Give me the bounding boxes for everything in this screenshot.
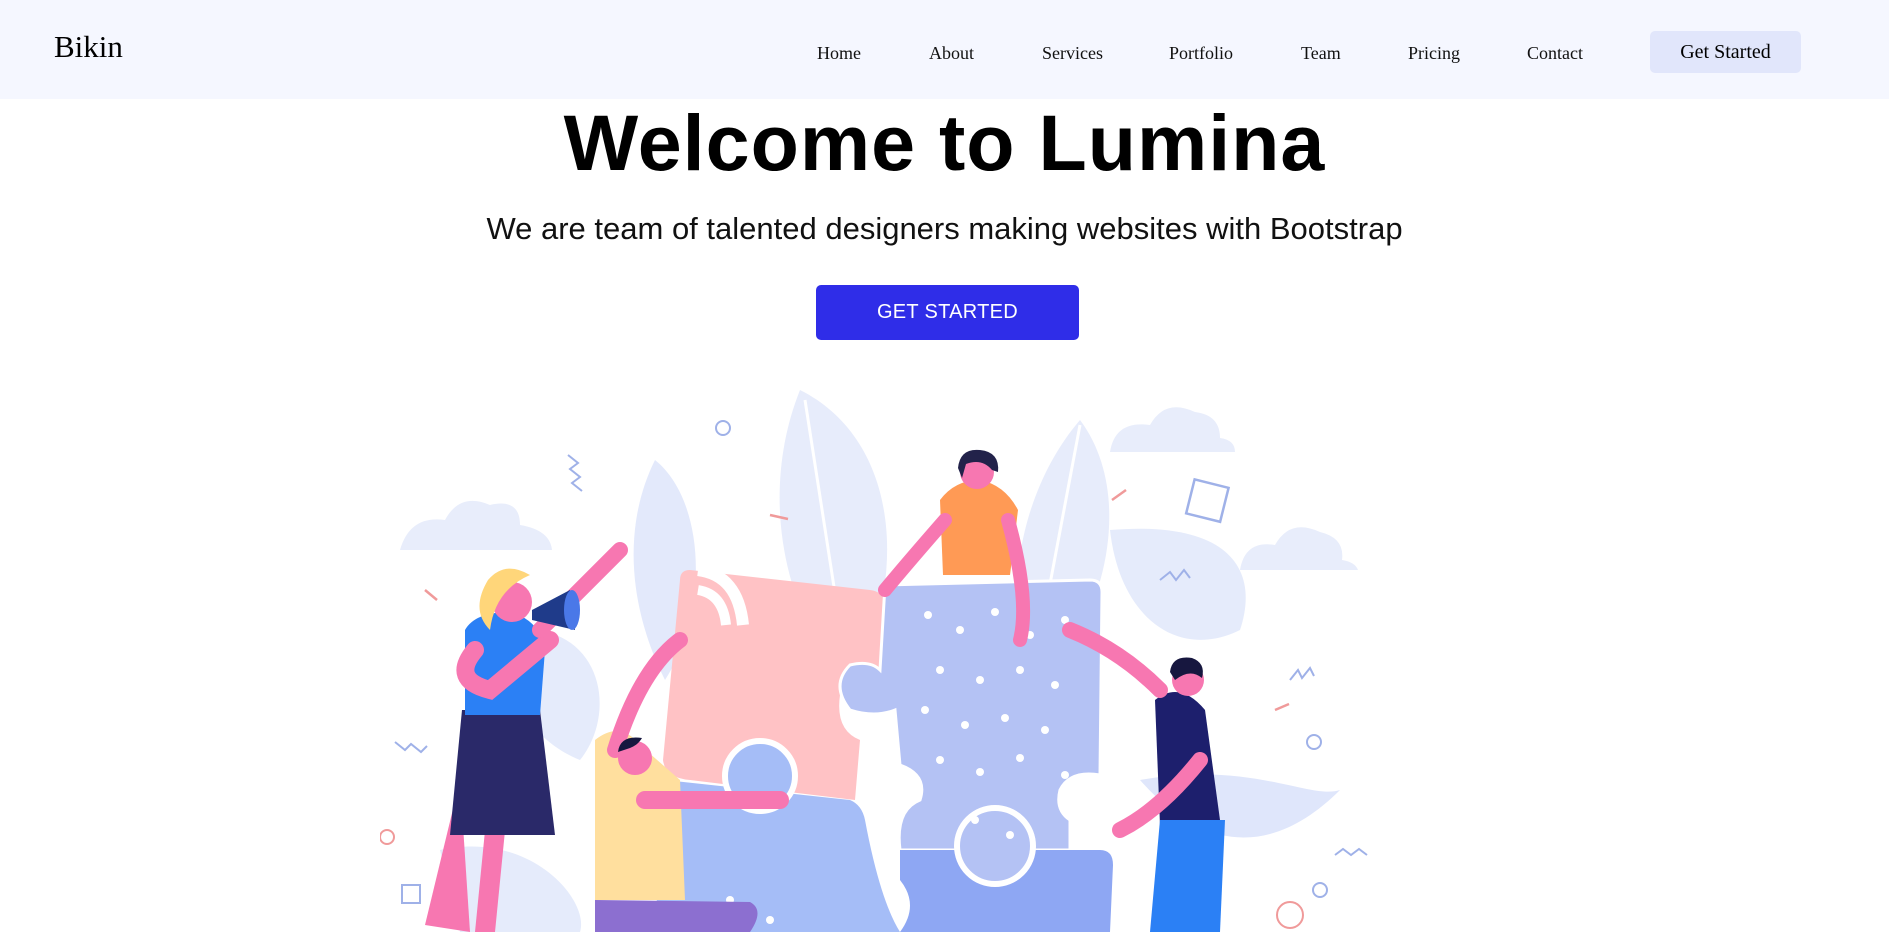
nav-link-services[interactable]: Services	[1042, 43, 1103, 64]
cloud-shape	[1110, 407, 1235, 452]
get-started-nav-button[interactable]: Get Started	[1650, 31, 1801, 73]
cloud-shape	[1240, 527, 1358, 570]
squiggle-shape	[1334, 847, 1368, 857]
leaf-shape	[1110, 528, 1246, 640]
nav-link-contact[interactable]: Contact	[1527, 43, 1583, 64]
nav-link-home[interactable]: Home	[817, 43, 861, 64]
nav-link-portfolio[interactable]: Portfolio	[1169, 43, 1233, 64]
hero-title: Welcome to Lumina	[563, 98, 1326, 187]
dash-shape	[1274, 702, 1290, 712]
ring-shape	[1312, 882, 1328, 898]
ring-shape	[1276, 901, 1304, 929]
nav-link-team[interactable]: Team	[1301, 43, 1341, 64]
squiggle-shape	[394, 741, 428, 754]
squiggle-shape	[567, 454, 583, 492]
team-puzzle-illustration	[380, 390, 1368, 932]
get-started-hero-button[interactable]: GET STARTED	[816, 285, 1079, 340]
cloud-shape	[400, 500, 552, 550]
navbar: Bikin Home About Services Portfolio Team…	[0, 0, 1889, 99]
square-shape	[1184, 477, 1231, 524]
ring-shape	[380, 829, 395, 845]
dash-shape	[1111, 488, 1127, 502]
person-pants	[1150, 820, 1225, 932]
brand-logo[interactable]: Bikin	[54, 29, 123, 65]
nav-link-about[interactable]: About	[929, 43, 974, 64]
squiggle-shape	[1289, 666, 1315, 681]
nav-link-pricing[interactable]: Pricing	[1408, 43, 1460, 64]
ring-shape	[715, 420, 731, 436]
person-pants	[595, 900, 758, 932]
person-skirt	[450, 710, 555, 835]
ring-shape	[1306, 734, 1322, 750]
dash-shape	[424, 589, 438, 601]
square-shape	[401, 884, 421, 904]
hero-subtitle: We are team of talented designers making…	[486, 211, 1403, 246]
